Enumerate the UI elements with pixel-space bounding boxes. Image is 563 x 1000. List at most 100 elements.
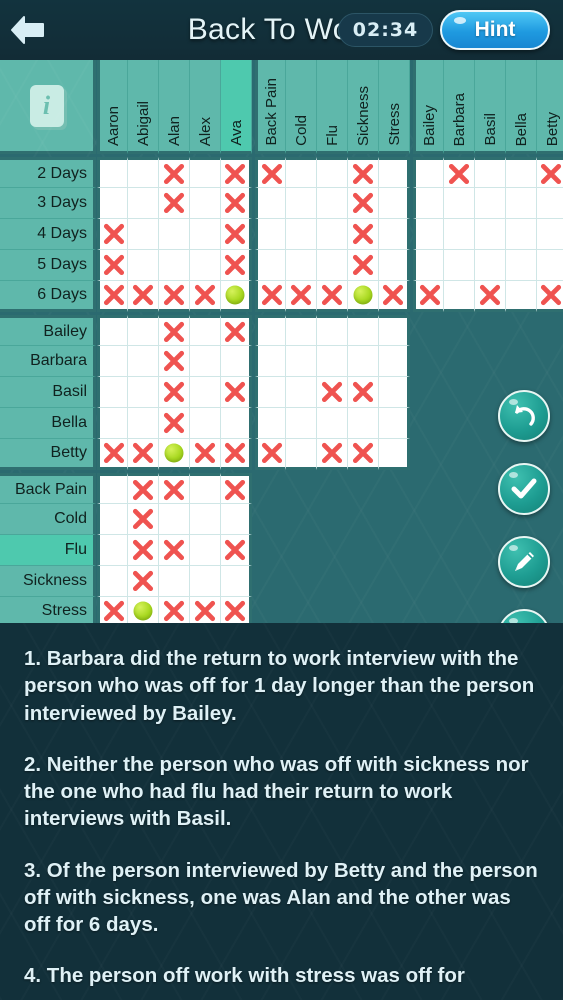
grid-cell[interactable] — [221, 566, 252, 597]
grid-cell[interactable] — [506, 219, 537, 250]
grid-cell[interactable] — [413, 157, 444, 188]
row-header-betty[interactable]: Betty — [0, 439, 96, 470]
grid-cell[interactable] — [537, 281, 563, 312]
grid-cell[interactable] — [128, 346, 159, 377]
grid-cell[interactable] — [159, 315, 190, 346]
grid-cell[interactable] — [379, 281, 410, 312]
grid-cell[interactable] — [221, 219, 252, 250]
grid-cell[interactable] — [379, 157, 410, 188]
back-button[interactable] — [0, 0, 56, 60]
grid-cell[interactable] — [317, 408, 348, 439]
grid-cell[interactable] — [348, 315, 379, 346]
grid-cell[interactable] — [286, 377, 317, 408]
grid-cell[interactable] — [255, 377, 286, 408]
grid-cell[interactable] — [348, 408, 379, 439]
grid-cell[interactable] — [190, 408, 221, 439]
grid-cell[interactable] — [159, 188, 190, 219]
grid-cell[interactable] — [286, 157, 317, 188]
undo-button[interactable] — [498, 390, 550, 442]
row-header-barbara[interactable]: Barbara — [0, 346, 96, 377]
grid-cell[interactable] — [190, 535, 221, 566]
row-header-flu[interactable]: Flu — [0, 535, 96, 566]
grid-cell[interactable] — [221, 346, 252, 377]
grid-cell[interactable] — [286, 250, 317, 281]
grid-cell[interactable] — [221, 377, 252, 408]
grid-cell[interactable] — [190, 281, 221, 312]
grid-cell[interactable] — [159, 473, 190, 504]
grid-cell[interactable] — [537, 250, 563, 281]
grid-cell[interactable] — [97, 281, 128, 312]
grid-cell[interactable] — [286, 219, 317, 250]
grid-cell[interactable] — [255, 157, 286, 188]
column-header-sickness[interactable]: Sickness — [348, 60, 379, 154]
grid-cell[interactable] — [286, 188, 317, 219]
grid-cell[interactable] — [348, 219, 379, 250]
grid-cell[interactable] — [413, 281, 444, 312]
grid-cell[interactable] — [190, 188, 221, 219]
grid-cell[interactable] — [255, 250, 286, 281]
grid-cell[interactable] — [348, 157, 379, 188]
grid-cell[interactable] — [255, 346, 286, 377]
grid-cell[interactable] — [317, 219, 348, 250]
grid-cell[interactable] — [317, 157, 348, 188]
info-button[interactable]: i — [0, 60, 96, 154]
grid-cell[interactable] — [506, 188, 537, 219]
grid-cell[interactable] — [221, 157, 252, 188]
grid-cell[interactable] — [159, 346, 190, 377]
grid-cell[interactable] — [97, 250, 128, 281]
grid-cell[interactable] — [475, 188, 506, 219]
grid-cell[interactable] — [159, 504, 190, 535]
grid-cell[interactable] — [128, 535, 159, 566]
row-header-bailey[interactable]: Bailey — [0, 315, 96, 346]
grid-cell[interactable] — [159, 377, 190, 408]
grid-cell[interactable] — [190, 250, 221, 281]
grid-cell[interactable] — [128, 408, 159, 439]
grid-cell[interactable] — [379, 250, 410, 281]
grid-cell[interactable] — [190, 439, 221, 470]
check-button[interactable] — [498, 463, 550, 515]
grid-cell[interactable] — [221, 188, 252, 219]
grid-cell[interactable] — [159, 157, 190, 188]
grid-cell[interactable] — [221, 504, 252, 535]
grid-cell[interactable] — [317, 315, 348, 346]
grid-cell[interactable] — [190, 346, 221, 377]
grid-cell[interactable] — [317, 281, 348, 312]
column-header-cold[interactable]: Cold — [286, 60, 317, 154]
column-header-ava[interactable]: Ava — [221, 60, 252, 154]
grid-cell[interactable] — [221, 408, 252, 439]
row-header-sickness[interactable]: Sickness — [0, 566, 96, 597]
grid-cell[interactable] — [379, 219, 410, 250]
grid-cell[interactable] — [317, 188, 348, 219]
grid-cell[interactable] — [190, 473, 221, 504]
row-header-3-days[interactable]: 3 Days — [0, 188, 96, 219]
grid-cell[interactable] — [190, 157, 221, 188]
grid-cell[interactable] — [221, 535, 252, 566]
column-header-alex[interactable]: Alex — [190, 60, 221, 154]
grid-cell[interactable] — [159, 219, 190, 250]
grid-cell[interactable] — [97, 346, 128, 377]
grid-cell[interactable] — [286, 315, 317, 346]
grid-cell[interactable] — [190, 377, 221, 408]
grid-cell[interactable] — [221, 315, 252, 346]
grid-cell[interactable] — [475, 157, 506, 188]
grid-cell[interactable] — [128, 439, 159, 470]
grid-cell[interactable] — [97, 377, 128, 408]
grid-cell[interactable] — [255, 219, 286, 250]
grid-cell[interactable] — [506, 250, 537, 281]
grid-cell[interactable] — [537, 188, 563, 219]
grid-cell[interactable] — [444, 188, 475, 219]
grid-cell[interactable] — [190, 315, 221, 346]
grid-cell[interactable] — [348, 281, 379, 312]
row-header-bella[interactable]: Bella — [0, 408, 96, 439]
grid-cell[interactable] — [255, 281, 286, 312]
grid-cell[interactable] — [255, 188, 286, 219]
grid-cell[interactable] — [128, 281, 159, 312]
grid-cell[interactable] — [506, 157, 537, 188]
grid-cell[interactable] — [444, 281, 475, 312]
grid-cell[interactable] — [159, 439, 190, 470]
grid-cell[interactable] — [159, 250, 190, 281]
grid-cell[interactable] — [97, 473, 128, 504]
grid-cell[interactable] — [286, 281, 317, 312]
column-header-betty[interactable]: Betty — [537, 60, 563, 154]
grid-cell[interactable] — [444, 250, 475, 281]
